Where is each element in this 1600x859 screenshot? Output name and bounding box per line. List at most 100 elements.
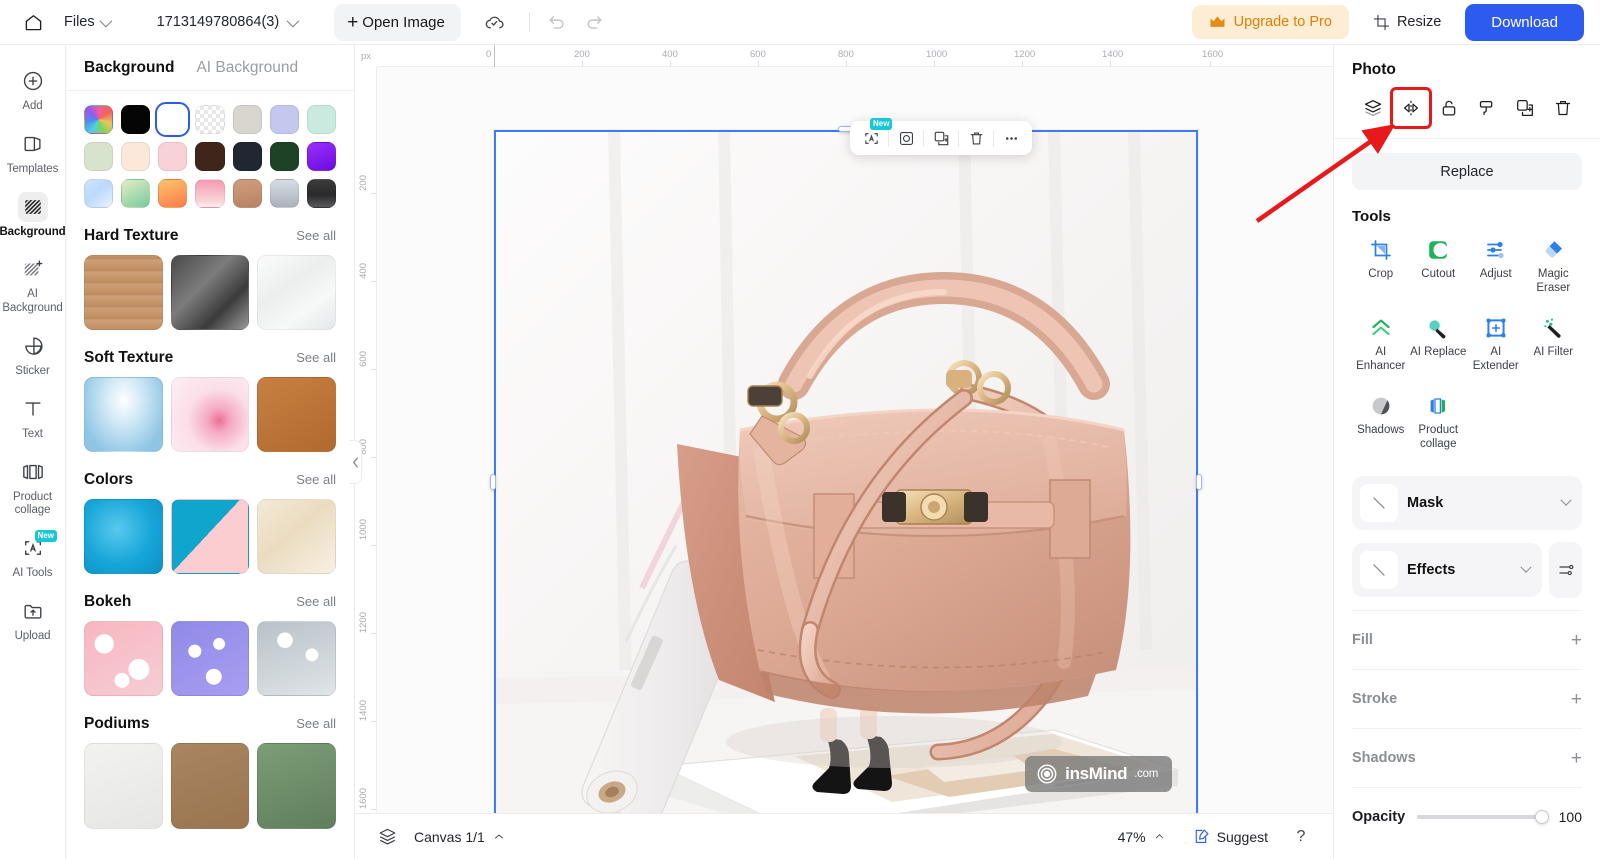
sidebar-item-text[interactable]: Text bbox=[4, 387, 62, 448]
delete-icon[interactable] bbox=[959, 123, 993, 153]
suggest-button[interactable]: Suggest bbox=[1182, 822, 1279, 851]
help-button[interactable]: ? bbox=[1285, 821, 1317, 853]
swatch-silver-gradient[interactable] bbox=[269, 179, 299, 209]
redo-icon[interactable] bbox=[578, 5, 612, 39]
thumb-teal-pink-split[interactable] bbox=[170, 499, 250, 575]
thumb-water-splash[interactable] bbox=[84, 377, 163, 453]
home-icon[interactable] bbox=[16, 5, 50, 39]
sidebar-item-upload[interactable]: Upload bbox=[4, 589, 62, 650]
swatch-blue-gradient[interactable] bbox=[84, 179, 114, 209]
swatch-white[interactable] bbox=[155, 101, 191, 138]
thumb-pink-silk[interactable] bbox=[170, 377, 250, 453]
see-all-bokeh[interactable]: See all bbox=[296, 594, 336, 609]
tool-product-collage[interactable]: Product collage bbox=[1410, 391, 1468, 455]
sidebar-item-ai-background[interactable]: AI Background bbox=[2, 247, 63, 322]
tool-ai-replace[interactable]: AI Replace bbox=[1410, 313, 1468, 377]
tool-magic-eraser[interactable]: Magic Eraser bbox=[1525, 235, 1583, 299]
replace-button[interactable]: Replace bbox=[1352, 153, 1582, 190]
tool-crop[interactable]: Crop bbox=[1352, 235, 1410, 299]
sidebar-item-product-collage[interactable]: Product collage bbox=[4, 450, 62, 525]
thumb-dark-metal[interactable] bbox=[170, 255, 250, 331]
thumb-white-podium[interactable] bbox=[84, 743, 163, 830]
tool-ai-filter[interactable]: AI Filter bbox=[1525, 313, 1583, 377]
add-fill-button[interactable]: + bbox=[1571, 631, 1582, 650]
artboard[interactable]: insMind .com bbox=[490, 126, 1202, 859]
more-options-icon[interactable] bbox=[994, 123, 1028, 153]
sidebar-item-add[interactable]: Add bbox=[4, 59, 62, 120]
add-shadows-button[interactable]: + bbox=[1571, 749, 1582, 768]
opacity-slider-knob[interactable] bbox=[1535, 810, 1549, 825]
thumb-tan-leather[interactable] bbox=[257, 377, 336, 453]
thumb-white-marble[interactable] bbox=[257, 255, 336, 331]
duplicate-icon[interactable] bbox=[1508, 91, 1542, 125]
layers-icon[interactable] bbox=[371, 821, 403, 853]
canvas-viewport[interactable]: insMind .com bbox=[377, 67, 1333, 859]
mask-section[interactable]: Mask bbox=[1352, 476, 1582, 531]
open-image-button[interactable]: + Open Image bbox=[334, 3, 461, 41]
swatch-transparent[interactable] bbox=[195, 105, 225, 135]
tool-ai-extender[interactable]: AI Extender bbox=[1467, 313, 1525, 377]
sidebar-item-sticker[interactable]: Sticker bbox=[4, 324, 62, 385]
property-shadows[interactable]: Shadows + bbox=[1352, 728, 1582, 787]
horizontal-ruler[interactable]: 0 200 400 600 800 1000 1200 1400 1600 bbox=[355, 45, 1333, 67]
swatch-rainbow-gradient[interactable] bbox=[84, 105, 114, 135]
swatch-orange-gradient[interactable] bbox=[158, 179, 188, 209]
sliders-icon[interactable] bbox=[1549, 542, 1582, 599]
flip-icon[interactable] bbox=[1390, 87, 1432, 129]
collapse-panel-button[interactable] bbox=[349, 440, 362, 484]
swatch-forest-green[interactable] bbox=[269, 142, 299, 172]
swatch-green-gradient[interactable] bbox=[121, 179, 151, 209]
see-all-podiums[interactable]: See all bbox=[296, 716, 336, 731]
swatch-light-warm-gray[interactable] bbox=[232, 105, 262, 135]
ai-tools-icon[interactable]: New bbox=[854, 118, 893, 153]
delete-icon[interactable] bbox=[1546, 91, 1580, 125]
effects-section[interactable]: Effects bbox=[1352, 543, 1542, 598]
swatch-sage[interactable] bbox=[84, 142, 114, 172]
sidebar-item-ai-tools[interactable]: New AI Tools bbox=[4, 526, 62, 587]
opacity-slider[interactable] bbox=[1417, 810, 1549, 825]
filename-dropdown[interactable]: 1713149780864(3) bbox=[147, 8, 307, 36]
swatch-black[interactable] bbox=[121, 105, 151, 135]
swatch-dark-gradient[interactable] bbox=[306, 179, 336, 209]
resize-handle-left[interactable] bbox=[490, 474, 496, 490]
thumb-pink-bokeh[interactable] bbox=[84, 621, 163, 697]
tab-ai-background[interactable]: AI Background bbox=[196, 59, 298, 77]
swatch-periwinkle[interactable] bbox=[269, 105, 299, 135]
undo-icon[interactable] bbox=[540, 5, 574, 39]
resize-handle-right[interactable] bbox=[1196, 474, 1202, 490]
add-stroke-button[interactable]: + bbox=[1571, 690, 1582, 709]
tool-shadows[interactable]: Shadows bbox=[1352, 391, 1410, 455]
zoom-level-selector[interactable]: 47% bbox=[1107, 823, 1176, 851]
property-stroke[interactable]: Stroke + bbox=[1352, 669, 1582, 728]
tool-cutout[interactable]: Cutout bbox=[1410, 235, 1468, 299]
swatch-mint[interactable] bbox=[306, 105, 336, 135]
unlock-icon[interactable] bbox=[1432, 91, 1466, 125]
photo-layer-pink-handbag[interactable] bbox=[494, 130, 1198, 834]
duplicate-icon[interactable] bbox=[924, 123, 958, 153]
files-menu[interactable]: Files bbox=[54, 8, 119, 36]
thumb-green-podium[interactable] bbox=[257, 743, 336, 830]
upgrade-to-pro-button[interactable]: Upgrade to Pro bbox=[1191, 5, 1349, 39]
thumb-tan-podium[interactable] bbox=[170, 743, 250, 830]
swatch-blush-pink[interactable] bbox=[158, 142, 188, 172]
see-all-soft-texture[interactable]: See all bbox=[296, 350, 336, 365]
thumb-wood-planks[interactable] bbox=[84, 255, 163, 331]
swatch-tan-gradient[interactable] bbox=[232, 179, 262, 209]
color-picker-icon[interactable] bbox=[1470, 91, 1504, 125]
sidebar-item-background[interactable]: Background bbox=[0, 185, 66, 246]
mask-circle-icon[interactable] bbox=[889, 123, 923, 153]
see-all-hard-texture[interactable]: See all bbox=[296, 228, 336, 243]
see-all-colors[interactable]: See all bbox=[296, 472, 336, 487]
cloud-saved-icon[interactable] bbox=[477, 5, 511, 39]
download-button[interactable]: Download bbox=[1465, 3, 1584, 41]
sidebar-item-templates[interactable]: Templates bbox=[4, 122, 62, 183]
swatch-dark-brown[interactable] bbox=[195, 142, 225, 172]
property-fill[interactable]: Fill + bbox=[1352, 610, 1582, 669]
tool-adjust[interactable]: Adjust bbox=[1467, 235, 1525, 299]
thumb-purple-bokeh[interactable] bbox=[170, 621, 250, 697]
layers-icon[interactable] bbox=[1356, 91, 1390, 125]
swatch-cream[interactable] bbox=[121, 142, 151, 172]
thumb-cyan-radial[interactable] bbox=[84, 499, 163, 575]
swatch-navy-charcoal[interactable] bbox=[232, 142, 262, 172]
resize-button[interactable]: Resize bbox=[1361, 6, 1453, 39]
